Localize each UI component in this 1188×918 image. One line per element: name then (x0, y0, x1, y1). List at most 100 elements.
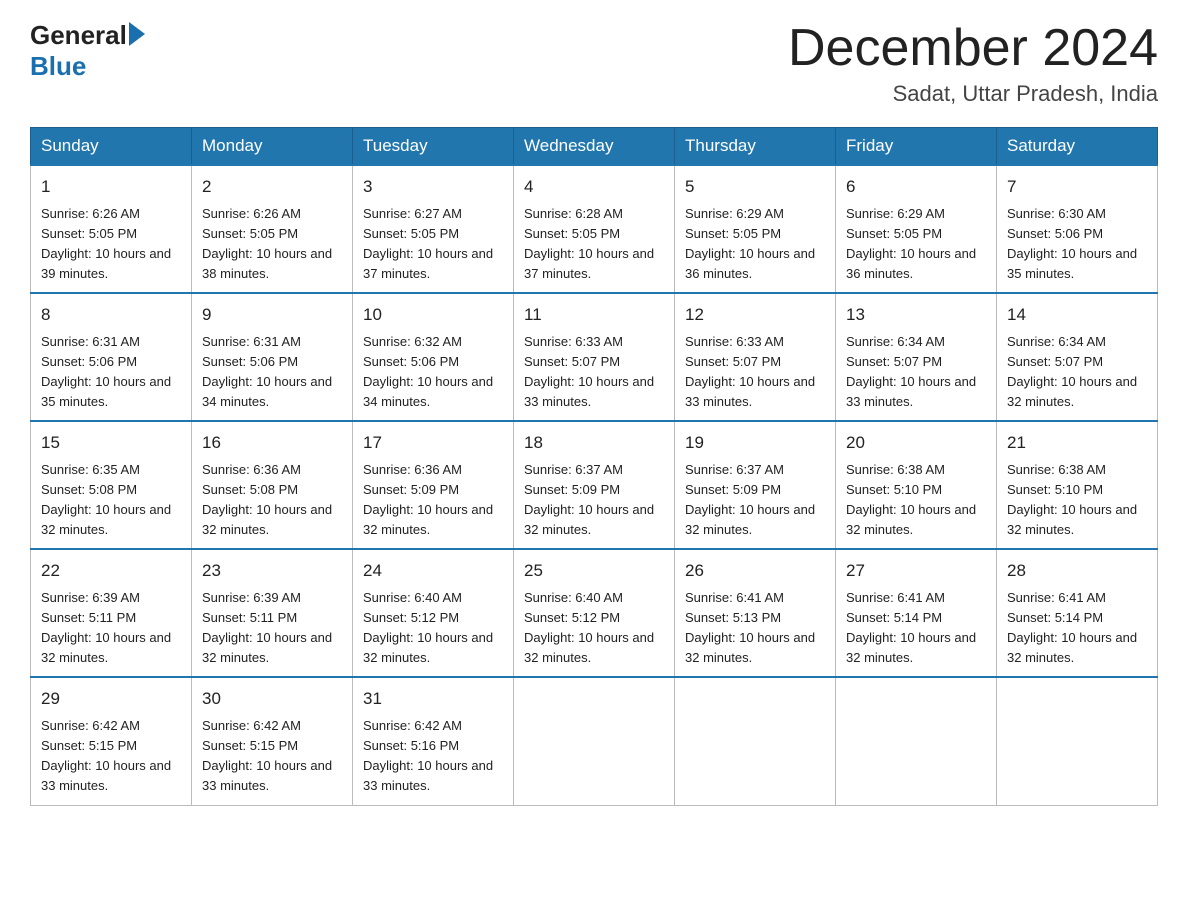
page-header: General Blue December 2024 Sadat, Uttar … (30, 20, 1158, 107)
calendar-cell: 4 Sunrise: 6:28 AMSunset: 5:05 PMDaylight… (514, 165, 675, 293)
calendar-cell: 8 Sunrise: 6:31 AMSunset: 5:06 PMDaylight… (31, 293, 192, 421)
day-number: 20 (846, 430, 986, 456)
calendar-cell: 19Sunrise: 6:37 AMSunset: 5:09 PMDayligh… (675, 421, 836, 549)
day-number: 27 (846, 558, 986, 584)
day-info: Sunrise: 6:26 AMSunset: 5:05 PMDaylight:… (41, 204, 181, 285)
day-number: 8 (41, 302, 181, 328)
week-row-2: 8 Sunrise: 6:31 AMSunset: 5:06 PMDaylight… (31, 293, 1158, 421)
location-subtitle: Sadat, Uttar Pradesh, India (788, 81, 1158, 107)
day-number: 4 (524, 174, 664, 200)
week-row-3: 15 Sunrise: 6:35 AMSunset: 5:08 PMDayligh… (31, 421, 1158, 549)
calendar-cell: 17 Sunrise: 6:36 AMSunset: 5:09 PMDayligh… (353, 421, 514, 549)
day-info: Sunrise: 6:36 AMSunset: 5:09 PMDaylight:… (363, 460, 503, 541)
day-info: Sunrise: 6:29 AMSunset: 5:05 PMDaylight:… (846, 204, 986, 285)
day-info: Sunrise: 6:28 AMSunset: 5:05 PMDaylight:… (524, 204, 664, 285)
day-info: Sunrise: 6:39 AMSunset: 5:11 PMDaylight:… (202, 588, 342, 669)
day-info: Sunrise: 6:27 AMSunset: 5:05 PMDaylight:… (363, 204, 503, 285)
day-number: 25 (524, 558, 664, 584)
day-info: Sunrise: 6:41 AMSunset: 5:14 PMDaylight:… (846, 588, 986, 669)
calendar-cell: 11 Sunrise: 6:33 AMSunset: 5:07 PMDayligh… (514, 293, 675, 421)
weekday-header-monday: Monday (192, 128, 353, 166)
calendar-cell: 26 Sunrise: 6:41 AMSunset: 5:13 PMDayligh… (675, 549, 836, 677)
calendar-cell (836, 677, 997, 805)
day-number: 17 (363, 430, 503, 456)
day-info: Sunrise: 6:41 AMSunset: 5:13 PMDaylight:… (685, 588, 825, 669)
weekday-header-tuesday: Tuesday (353, 128, 514, 166)
calendar-cell: 24 Sunrise: 6:40 AMSunset: 5:12 PMDayligh… (353, 549, 514, 677)
day-number: 24 (363, 558, 503, 584)
calendar-cell: 18 Sunrise: 6:37 AMSunset: 5:09 PMDayligh… (514, 421, 675, 549)
calendar-cell: 3Sunrise: 6:27 AMSunset: 5:05 PMDaylight… (353, 165, 514, 293)
calendar-cell: 29Sunrise: 6:42 AMSunset: 5:15 PMDayligh… (31, 677, 192, 805)
day-number: 12 (685, 302, 825, 328)
day-number: 1 (41, 174, 181, 200)
logo-arrow-icon (129, 22, 145, 46)
day-info: Sunrise: 6:42 AMSunset: 5:15 PMDaylight:… (202, 716, 342, 797)
day-info: Sunrise: 6:40 AMSunset: 5:12 PMDaylight:… (363, 588, 503, 669)
day-number: 6 (846, 174, 986, 200)
day-number: 16 (202, 430, 342, 456)
title-block: December 2024 Sadat, Uttar Pradesh, Indi… (788, 20, 1158, 107)
week-row-5: 29 Sunrise: 6:42 AMSunset: 5:15 PMDayligh… (31, 677, 1158, 805)
calendar-cell: 10 Sunrise: 6:32 AMSunset: 5:06 PMDayligh… (353, 293, 514, 421)
day-number: 18 (524, 430, 664, 456)
day-number: 7 (1007, 174, 1147, 200)
weekday-header-thursday: Thursday (675, 128, 836, 166)
day-number: 21 (1007, 430, 1147, 456)
day-info: Sunrise: 6:37 AMSunset: 5:09 PMDaylight:… (524, 460, 664, 541)
day-number: 5 (685, 174, 825, 200)
day-info: Sunrise: 6:40 AMSunset: 5:12 PMDaylight:… (524, 588, 664, 669)
calendar-table: SundayMondayTuesdayWednesdayThursdayFrid… (30, 127, 1158, 805)
day-number: 28 (1007, 558, 1147, 584)
day-number: 30 (202, 686, 342, 712)
day-number: 10 (363, 302, 503, 328)
calendar-cell: 16Sunrise: 6:36 AMSunset: 5:08 PMDayligh… (192, 421, 353, 549)
day-number: 2 (202, 174, 342, 200)
day-info: Sunrise: 6:32 AMSunset: 5:06 PMDaylight:… (363, 332, 503, 413)
calendar-cell: 23Sunrise: 6:39 AMSunset: 5:11 PMDayligh… (192, 549, 353, 677)
weekday-header-wednesday: Wednesday (514, 128, 675, 166)
weekday-header-row: SundayMondayTuesdayWednesdayThursdayFrid… (31, 128, 1158, 166)
calendar-cell: 30 Sunrise: 6:42 AMSunset: 5:15 PMDayligh… (192, 677, 353, 805)
logo-general-text: General (30, 20, 127, 51)
calendar-cell (997, 677, 1158, 805)
day-info: Sunrise: 6:41 AMSunset: 5:14 PMDaylight:… (1007, 588, 1147, 669)
day-info: Sunrise: 6:34 AMSunset: 5:07 PMDaylight:… (1007, 332, 1147, 413)
calendar-cell: 21 Sunrise: 6:38 AMSunset: 5:10 PMDayligh… (997, 421, 1158, 549)
day-info: Sunrise: 6:34 AMSunset: 5:07 PMDaylight:… (846, 332, 986, 413)
day-number: 11 (524, 302, 664, 328)
calendar-cell: 22Sunrise: 6:39 AMSunset: 5:11 PMDayligh… (31, 549, 192, 677)
calendar-cell: 15 Sunrise: 6:35 AMSunset: 5:08 PMDayligh… (31, 421, 192, 549)
day-info: Sunrise: 6:33 AMSunset: 5:07 PMDaylight:… (524, 332, 664, 413)
day-number: 31 (363, 686, 503, 712)
calendar-cell (514, 677, 675, 805)
calendar-cell: 2Sunrise: 6:26 AMSunset: 5:05 PMDaylight… (192, 165, 353, 293)
day-info: Sunrise: 6:35 AMSunset: 5:08 PMDaylight:… (41, 460, 181, 541)
month-year-title: December 2024 (788, 20, 1158, 77)
week-row-1: 1 Sunrise: 6:26 AMSunset: 5:05 PMDaylight… (31, 165, 1158, 293)
day-number: 15 (41, 430, 181, 456)
day-info: Sunrise: 6:42 AMSunset: 5:16 PMDaylight:… (363, 716, 503, 797)
logo: General Blue (30, 20, 145, 82)
day-info: Sunrise: 6:37 AMSunset: 5:09 PMDaylight:… (685, 460, 825, 541)
day-info: Sunrise: 6:31 AMSunset: 5:06 PMDaylight:… (202, 332, 342, 413)
weekday-header-saturday: Saturday (997, 128, 1158, 166)
calendar-cell: 9 Sunrise: 6:31 AMSunset: 5:06 PMDaylight… (192, 293, 353, 421)
day-number: 29 (41, 686, 181, 712)
day-info: Sunrise: 6:33 AMSunset: 5:07 PMDaylight:… (685, 332, 825, 413)
day-number: 14 (1007, 302, 1147, 328)
day-number: 9 (202, 302, 342, 328)
calendar-cell: 5 Sunrise: 6:29 AMSunset: 5:05 PMDaylight… (675, 165, 836, 293)
day-number: 26 (685, 558, 825, 584)
calendar-cell: 1 Sunrise: 6:26 AMSunset: 5:05 PMDaylight… (31, 165, 192, 293)
day-number: 22 (41, 558, 181, 584)
day-info: Sunrise: 6:29 AMSunset: 5:05 PMDaylight:… (685, 204, 825, 285)
day-info: Sunrise: 6:38 AMSunset: 5:10 PMDaylight:… (1007, 460, 1147, 541)
calendar-cell: 28 Sunrise: 6:41 AMSunset: 5:14 PMDayligh… (997, 549, 1158, 677)
calendar-cell: 20Sunrise: 6:38 AMSunset: 5:10 PMDayligh… (836, 421, 997, 549)
calendar-cell: 25 Sunrise: 6:40 AMSunset: 5:12 PMDayligh… (514, 549, 675, 677)
day-number: 13 (846, 302, 986, 328)
day-info: Sunrise: 6:30 AMSunset: 5:06 PMDaylight:… (1007, 204, 1147, 285)
week-row-4: 22 Sunrise: 6:39 AMSunset: 5:11 PMDayligh… (31, 549, 1158, 677)
day-info: Sunrise: 6:31 AMSunset: 5:06 PMDaylight:… (41, 332, 181, 413)
